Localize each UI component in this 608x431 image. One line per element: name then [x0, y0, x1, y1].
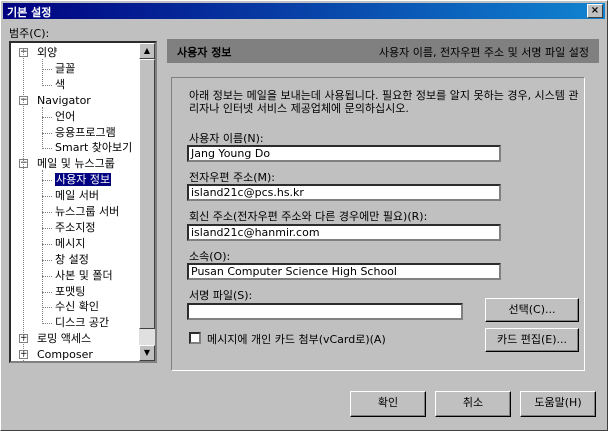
- tree-item[interactable]: 외양: [37, 45, 57, 61]
- title-bar[interactable]: 기본 설정 ×: [3, 3, 605, 19]
- tree-item-label: 글꼴: [55, 61, 76, 75]
- tree-item-label: 메일 및 뉴스그룹: [37, 157, 115, 171]
- tree-item-label: Smart 찾아보기: [55, 141, 133, 155]
- tree-item-label: Composer: [37, 348, 93, 361]
- tree-connector: [42, 323, 52, 325]
- tree-item-label: 응용프로그램: [55, 125, 116, 139]
- tree-item[interactable]: 뉴스그룹 서버: [55, 204, 119, 220]
- choose-signature-button[interactable]: 선택(C)...: [485, 298, 579, 322]
- tree-connector: [42, 68, 52, 70]
- signature-field[interactable]: [187, 303, 463, 320]
- reply-label: 회신 주소(전자우편 주소와 다른 경우에만 필요)(R):: [189, 210, 428, 223]
- tree-scrollbar[interactable]: ▲ ▼: [139, 43, 155, 361]
- tree-item[interactable]: Composer: [37, 347, 93, 361]
- tree-item[interactable]: Smart 찾아보기: [55, 140, 132, 156]
- user-info-panel: 아래 정보는 메일을 보내는데 사용됩니다. 필요한 정보를 알지 못하는 경우…: [167, 69, 599, 371]
- tree-connector: [42, 307, 52, 309]
- tree-item-label: Navigator: [37, 93, 91, 107]
- category-tree: 외양 − 글꼴 색 Navigator − 언어 응용프로그램 Smart 찾아보기 메일 및 뉴…: [9, 41, 157, 363]
- tree-connector: [23, 49, 24, 361]
- info-text: 아래 정보는 메일을 보내는데 사용됩니다. 필요한 정보를 알지 못하는 경우…: [189, 89, 579, 115]
- signature-label: 서명 파일(S):: [189, 289, 253, 302]
- category-label: 범주(C):: [9, 27, 50, 40]
- tree-item-label: 외양: [37, 46, 58, 59]
- tree-item[interactable]: 주소지정: [55, 220, 95, 236]
- tree-item-label: 언어: [55, 109, 76, 123]
- scroll-up-button[interactable]: ▲: [139, 43, 155, 59]
- help-button[interactable]: 도움말(H): [520, 391, 596, 417]
- tree-item[interactable]: 사본 및 폴더: [55, 268, 113, 284]
- tree-connector: [42, 84, 52, 86]
- tree-item-label: 메시지: [55, 236, 86, 250]
- vcard-checkbox-label[interactable]: 메시지에 개인 카드 첨부(vCard로)(A): [207, 331, 386, 347]
- tree-item[interactable]: 포맷팅: [55, 284, 85, 300]
- tree-connector: [42, 212, 52, 213]
- tree-connector: [42, 259, 52, 261]
- tree-connector: [42, 180, 52, 182]
- panel-header: 사용자 정보 사용자 이름, 전자우편 주소 및 서명 파일 설정: [167, 39, 599, 63]
- tree-connector: [42, 106, 43, 150]
- panel-subtitle: 사용자 이름, 전자우편 주소 및 서명 파일 설정: [378, 46, 589, 59]
- ok-button[interactable]: 확인: [350, 391, 426, 417]
- window-title: 기본 설정: [7, 6, 52, 19]
- tree-item[interactable]: 언어: [55, 109, 75, 125]
- tree-item-label: 색: [55, 77, 66, 91]
- scroll-thumb[interactable]: [139, 59, 155, 329]
- tree-item-label: 수신 확인: [55, 300, 99, 314]
- org-label: 소속(O):: [189, 250, 231, 263]
- scroll-down-button[interactable]: ▼: [139, 345, 155, 361]
- tree-connector: [42, 148, 52, 150]
- tree-connector: [42, 227, 52, 229]
- tree-connector: [42, 291, 52, 293]
- tree-connector: [42, 59, 43, 86]
- tree-item[interactable]: 창 설정: [55, 252, 89, 268]
- email-field[interactable]: island21c@pcs.hs.kr: [187, 184, 501, 201]
- tree-item-label: 메일 서버: [55, 189, 99, 203]
- tree-item[interactable]: 사용자 정보: [55, 172, 112, 188]
- tree-item-label: 사용자 정보: [55, 173, 112, 187]
- edit-card-button[interactable]: 카드 편집(E)...: [485, 328, 579, 352]
- tree-connector: [42, 116, 52, 118]
- tree-item-label: 사본 및 폴더: [55, 268, 113, 282]
- email-label: 전자우편 주소(M):: [189, 171, 275, 184]
- tree-connector: [42, 170, 43, 325]
- tree-connector: [42, 243, 52, 245]
- tree-items: 외양 − 글꼴 색 Navigator − 언어 응용프로그램 Smart 찾아보기 메일 및 뉴…: [11, 43, 141, 361]
- tree-connector: [42, 132, 52, 134]
- tree-item[interactable]: 메일 및 뉴스그룹: [37, 156, 115, 172]
- tree-item[interactable]: 로밍 액세스: [37, 331, 91, 347]
- tree-connector: [42, 196, 52, 198]
- tree-item[interactable]: 색: [55, 77, 65, 93]
- tree-item[interactable]: 응용프로그램: [55, 125, 116, 141]
- tree-item-label: 디스크 공간: [55, 316, 110, 330]
- tree-item[interactable]: 메일 서버: [55, 188, 99, 204]
- close-button[interactable]: ×: [587, 4, 603, 18]
- tree-item-label: 포맷팅: [55, 284, 86, 298]
- tree-item-label: 뉴스그룹 서버: [55, 205, 120, 218]
- preferences-dialog: 기본 설정 × 범주(C): 외양 − 글꼴 색 Navigator − 언어 응용프로그램 S…: [0, 0, 608, 431]
- tree-connector: [42, 275, 52, 277]
- tree-item[interactable]: 글꼴: [55, 61, 75, 77]
- org-field[interactable]: Pusan Computer Science High School: [187, 263, 501, 280]
- name-field[interactable]: Jang Young Do: [187, 145, 501, 162]
- cancel-button[interactable]: 취소: [435, 391, 511, 417]
- tree-item[interactable]: Navigator: [37, 93, 91, 109]
- vcard-checkbox[interactable]: [189, 332, 201, 344]
- tree-item-label: 창 설정: [55, 252, 89, 266]
- panel-title: 사용자 정보: [177, 46, 232, 59]
- tree-item[interactable]: 디스크 공간: [55, 315, 109, 331]
- reply-field[interactable]: island21c@hanmir.com: [187, 224, 501, 241]
- tree-item-label: 로밍 액세스: [37, 332, 92, 346]
- tree-item-label: 주소지정: [55, 220, 96, 234]
- name-label: 사용자 이름(N):: [189, 132, 264, 145]
- tree-item[interactable]: 수신 확인: [55, 299, 99, 315]
- tree-item[interactable]: 메시지: [55, 236, 85, 252]
